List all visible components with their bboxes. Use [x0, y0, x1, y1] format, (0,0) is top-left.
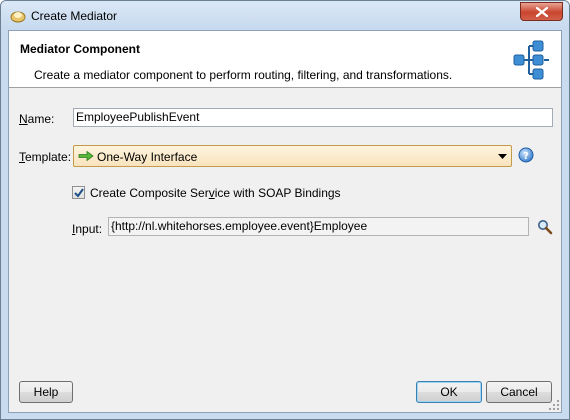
close-button[interactable] [520, 2, 563, 21]
header-description: Create a mediator component to perform r… [34, 68, 453, 82]
dialog-content: Mediator Component Create a mediator com… [8, 30, 562, 413]
help-icon[interactable]: ? [518, 147, 534, 163]
input-label: Input: [72, 222, 103, 236]
green-arrow-icon [78, 151, 94, 161]
resize-grip-icon[interactable] [549, 400, 559, 410]
title-bar[interactable]: Create Mediator [1, 1, 569, 30]
name-label: Name: [19, 112, 55, 126]
window-title: Create Mediator [31, 9, 118, 23]
checkmark-icon [74, 188, 84, 198]
composite-service-label[interactable]: Create Composite Service with SOAP Bindi… [90, 186, 341, 200]
name-field[interactable]: EmployeePublishEvent [73, 108, 553, 127]
composite-service-checkbox[interactable] [72, 186, 85, 199]
svg-text:?: ? [523, 151, 529, 162]
template-value: One-Way Interface [97, 150, 198, 164]
dialog-header: Mediator Component Create a mediator com… [9, 31, 561, 88]
mediator-app-icon [10, 8, 26, 24]
header-title: Mediator Component [20, 42, 140, 56]
close-icon [536, 7, 548, 17]
chevron-down-icon [498, 154, 507, 159]
mediator-component-icon [513, 40, 549, 80]
template-label: Template: [19, 150, 72, 164]
create-mediator-dialog: Create Mediator Mediator Component Creat… [0, 0, 570, 420]
search-icon[interactable] [537, 219, 553, 235]
template-select[interactable]: One-Way Interface [73, 145, 512, 167]
help-button[interactable]: Help [19, 381, 73, 403]
cancel-button[interactable]: Cancel [486, 381, 552, 403]
ok-button[interactable]: OK [416, 381, 482, 403]
input-field[interactable]: {http://nl.whitehorses.employee.event}Em… [108, 217, 529, 236]
